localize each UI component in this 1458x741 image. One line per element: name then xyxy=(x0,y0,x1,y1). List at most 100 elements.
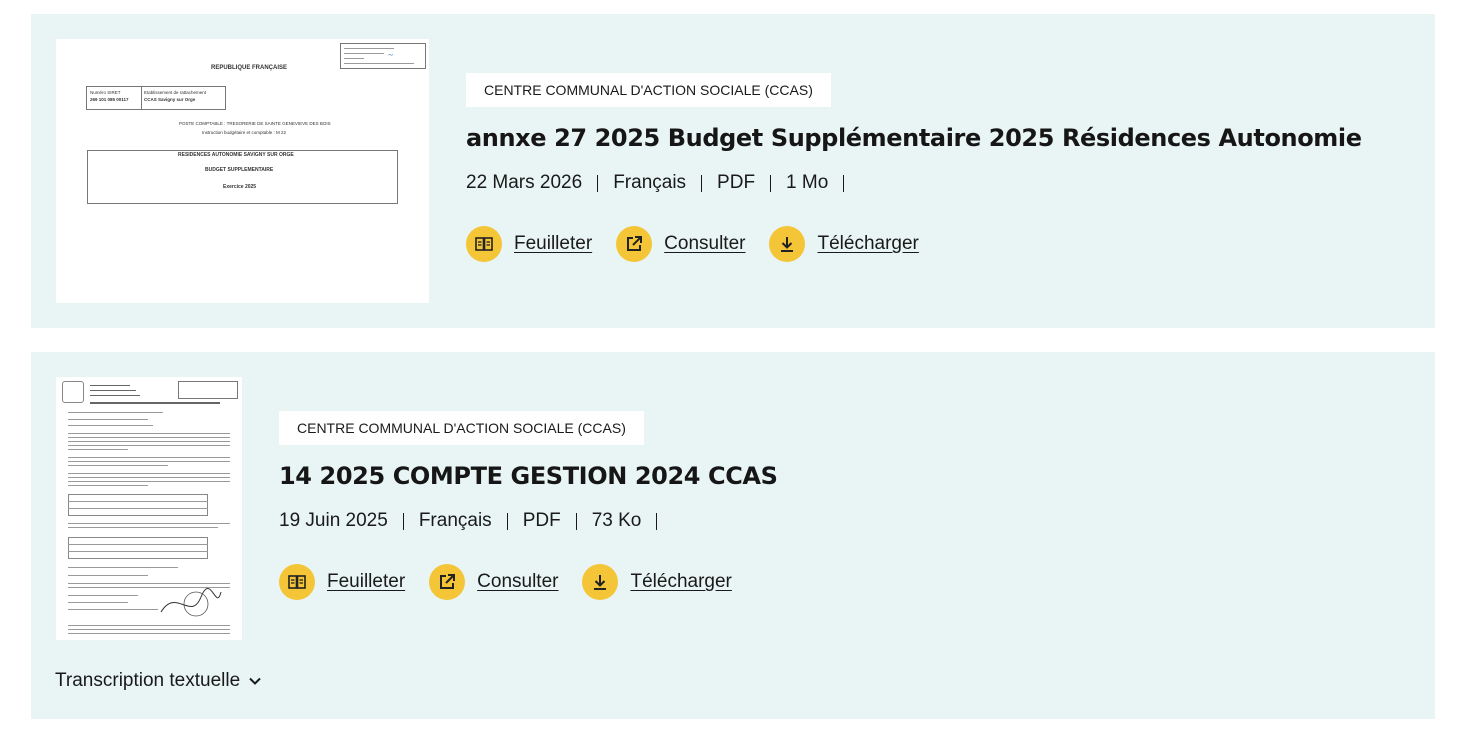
browse-button[interactable]: Feuilleter xyxy=(466,226,592,262)
category-tag: CENTRE COMMUNAL D'ACTION SOCIALE (CCAS) xyxy=(466,73,831,107)
text-line xyxy=(68,527,218,528)
meta-separator xyxy=(656,512,658,530)
chevron-down-icon xyxy=(249,677,261,685)
document-thumbnail[interactable]: ~ REPUBLIQUE FRANÇAISE Numéro SIRET 269 … xyxy=(56,39,429,303)
document-card: ~ REPUBLIQUE FRANÇAISE Numéro SIRET 269 … xyxy=(31,14,1435,328)
document-info: CENTRE COMMUNAL D'ACTION SOCIALE (CCAS) … xyxy=(279,411,778,600)
table-line xyxy=(68,508,208,509)
table-line xyxy=(68,551,208,552)
header-line xyxy=(90,395,140,396)
box-line-1: RESIDENCES AUTONOMIE SAVIGNY SUR ORGE xyxy=(178,152,294,158)
download-button[interactable]: Télécharger xyxy=(582,564,732,600)
text-line xyxy=(68,625,230,626)
attach-value: CCAS Savigny sur Orge xyxy=(144,97,196,102)
document-date: 19 Juin 2025 xyxy=(279,510,388,531)
text-line xyxy=(68,477,230,478)
text-line xyxy=(68,629,230,630)
text-line xyxy=(68,441,230,442)
header-line xyxy=(90,402,220,404)
table-line xyxy=(68,501,208,502)
text-line xyxy=(68,449,128,450)
document-language: Français xyxy=(418,510,492,531)
text-line xyxy=(68,595,138,596)
browse-button[interactable]: Feuilleter xyxy=(279,564,405,600)
view-button[interactable]: Consulter xyxy=(616,226,745,262)
category-tag: CENTRE COMMUNAL D'ACTION SOCIALE (CCAS) xyxy=(279,411,644,445)
box-line-2: BUDGET SUPPLEMENTAIRE xyxy=(205,167,274,173)
browse-label: Feuilleter xyxy=(327,571,406,592)
document-size: 1 Mo xyxy=(786,172,829,193)
document-actions: Feuilleter Consulter Télécharger xyxy=(279,564,777,600)
download-icon xyxy=(769,226,806,262)
text-line xyxy=(68,457,230,458)
table-line xyxy=(68,544,208,545)
document-format: PDF xyxy=(717,172,756,193)
document-date: 22 Mars 2026 xyxy=(466,172,583,193)
download-button[interactable]: Télécharger xyxy=(769,226,919,262)
document-card: CENTRE COMMUNAL D'ACTION SOCIALE (CCAS) … xyxy=(31,352,1435,719)
text-line xyxy=(68,481,230,482)
document-meta: 22 Mars 2026 Français PDF 1 Mo xyxy=(466,171,1362,195)
document-title[interactable]: annxe 27 2025 Budget Supplémentaire 2025… xyxy=(466,123,1362,153)
document-language: Français xyxy=(613,172,687,193)
logo-mark xyxy=(62,381,84,403)
text-line xyxy=(68,485,148,486)
view-label: Consulter xyxy=(477,571,559,592)
signature-mark xyxy=(160,588,222,617)
text-line xyxy=(68,633,230,634)
stamp-line xyxy=(344,58,364,59)
download-label: Télécharger xyxy=(817,233,919,254)
text-line xyxy=(68,602,128,603)
document-actions: Feuilleter Consulter Télécharger xyxy=(466,226,1362,262)
text-line xyxy=(68,412,163,413)
attach-label: Etablissement de rattachement xyxy=(144,90,207,95)
text-line xyxy=(68,425,153,426)
meta-separator xyxy=(843,174,845,192)
instruction: Instruction budgétaire et comptable : M … xyxy=(202,130,287,135)
document-info: CENTRE COMMUNAL D'ACTION SOCIALE (CCAS) … xyxy=(466,73,1362,262)
stamp-line xyxy=(344,48,394,49)
box-line-3: Exercice 2025 xyxy=(223,184,257,190)
text-line xyxy=(68,437,230,438)
text-line xyxy=(68,609,158,610)
siret-label: Numéro SIRET xyxy=(90,90,121,95)
text-line xyxy=(68,461,230,462)
view-label: Consulter xyxy=(664,233,746,254)
text-line xyxy=(68,433,230,434)
document-size: 73 Ko xyxy=(591,510,642,531)
download-label: Télécharger xyxy=(630,571,732,592)
text-line xyxy=(68,465,168,466)
header-line xyxy=(90,390,136,391)
siret-divider xyxy=(141,86,142,110)
book-icon xyxy=(279,564,315,600)
header-line xyxy=(90,385,130,386)
text-line xyxy=(68,445,230,446)
text-line xyxy=(68,523,230,524)
stamp-line xyxy=(344,53,384,54)
siret-value: 269 101 085 00117 xyxy=(90,97,129,102)
transcription-label: Transcription textuelle xyxy=(55,670,241,691)
stamp-line xyxy=(344,63,414,64)
text-line xyxy=(68,419,148,420)
table-box xyxy=(68,537,208,559)
document-title[interactable]: 14 2025 COMPTE GESTION 2024 CCAS xyxy=(279,461,778,491)
document-meta: 19 Juin 2025 Français PDF 73 Ko xyxy=(279,509,777,533)
external-link-icon xyxy=(429,564,466,600)
download-icon xyxy=(582,564,619,600)
external-link-icon xyxy=(616,226,653,262)
document-thumbnail[interactable] xyxy=(56,377,242,640)
browse-label: Feuilleter xyxy=(514,233,593,254)
view-button[interactable]: Consulter xyxy=(429,564,558,600)
table-box xyxy=(68,494,208,516)
title-box xyxy=(87,150,398,204)
text-line xyxy=(68,567,178,568)
transcription-toggle[interactable]: Transcription textuelle xyxy=(55,670,262,692)
poste-comptable: POSTE COMPTABLE : TRESORERIE DE SAINTE G… xyxy=(179,121,331,126)
book-icon xyxy=(466,226,502,262)
stamp-box xyxy=(178,381,238,399)
document-format: PDF xyxy=(522,510,561,531)
stamp-box xyxy=(340,43,426,69)
signature-mark: ~ xyxy=(388,50,393,60)
text-line xyxy=(68,575,148,576)
text-line xyxy=(68,473,230,474)
